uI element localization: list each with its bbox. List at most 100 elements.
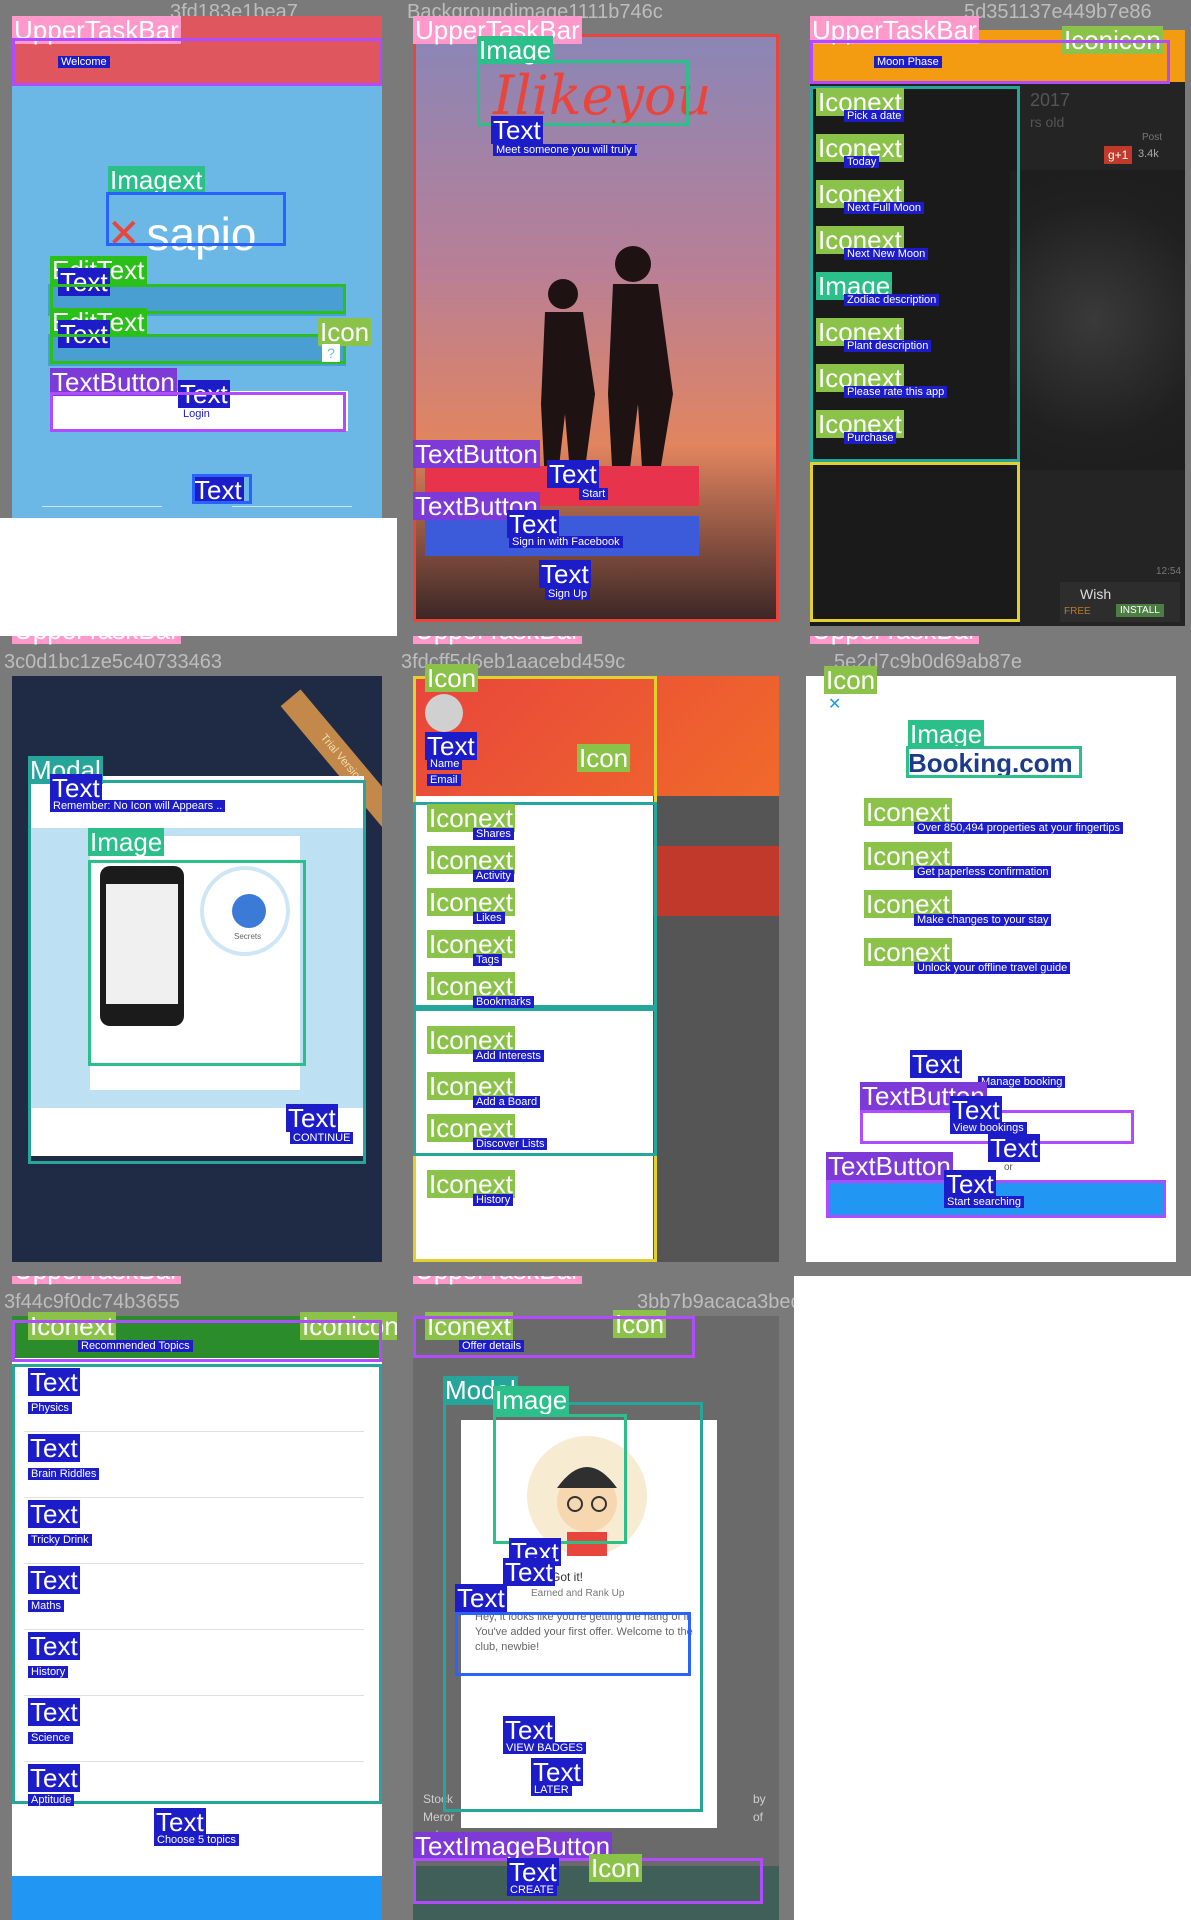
or-text: or <box>1004 1162 1013 1173</box>
panel-offer: 3bb7b9acaca3bec Stock Meror colors by of… <box>397 1276 794 1920</box>
upper-taskbar-label: UpperTaskBar <box>12 636 181 644</box>
panel-title: 3c0d1bc1ze5c40733463 <box>4 651 222 673</box>
welcome-text: Welcome <box>58 56 110 68</box>
drawer-item-2[interactable]: Iconext Next Full Moon <box>810 178 1020 224</box>
header-box <box>12 1320 382 1362</box>
logo-box <box>906 746 1082 778</box>
body-label: Text <box>455 1583 507 1613</box>
topic-3[interactable]: Text Maths <box>24 1564 364 1630</box>
manage-label: Text <box>910 1049 962 1079</box>
view-label: Text <box>950 1095 1002 1125</box>
drawer-item-2[interactable]: Iconext Likes <box>413 886 657 928</box>
free-text: FREE <box>1064 606 1091 617</box>
email-text: Email <box>427 774 461 786</box>
divider-left <box>42 506 162 507</box>
drawer-item-4[interactable]: Iconext Bookmarks <box>413 970 657 1012</box>
start-label: Text <box>944 1169 996 1199</box>
drawer-item-6[interactable]: Iconext Please rate this app <box>810 362 1020 408</box>
drawer-item-0[interactable]: Iconext Pick a date <box>810 86 1020 132</box>
install-button[interactable]: INSTALL <box>1116 604 1164 617</box>
feature-2: Iconext Make changes to your stay <box>864 888 1174 934</box>
close-icon[interactable]: ✕ <box>828 694 841 714</box>
view-label: Text <box>503 1715 555 1745</box>
g1-button[interactable]: g+1 <box>1104 146 1133 164</box>
upper-taskbar-label: UpperTaskBar <box>810 636 979 644</box>
drawer-item-0[interactable]: Iconext Shares <box>413 802 657 844</box>
lower-box <box>810 462 1020 622</box>
textbutton-label-2: TextButton <box>826 1151 953 1181</box>
bottom-bar <box>12 1876 382 1920</box>
or-box <box>192 474 252 504</box>
create-box[interactable] <box>413 1858 763 1904</box>
topic-2[interactable]: Text Tricky Drink <box>24 1498 364 1564</box>
view-badges-button[interactable]: VIEW BADGES <box>503 1742 587 1754</box>
drawer-item-6[interactable]: Iconext Add a Board <box>413 1070 657 1112</box>
later-button[interactable]: LATER <box>531 1784 572 1796</box>
create-text: CREATE <box>507 1884 557 1896</box>
topic-0[interactable]: Text Physics <box>24 1366 364 1432</box>
topic-6[interactable]: Text Aptitude <box>24 1762 364 1806</box>
drawer-item-5[interactable]: Iconext Add Interests <box>413 1024 657 1066</box>
sub-label: Text <box>503 1557 555 1587</box>
continue-label: Text <box>286 1103 338 1133</box>
panel-topics: 3f44c9f0dc74b3655 UpperTaskBar Iconext R… <box>0 1276 397 1920</box>
drawer-item-4[interactable]: Image Zodiac description <box>810 270 1020 316</box>
later-label: Text <box>531 1757 583 1787</box>
name-text: Name <box>427 758 463 770</box>
image-label: Image <box>908 719 985 749</box>
textimagebutton-label: TextImageButton <box>413 1831 613 1861</box>
feature-1: Iconext Get paperless confirmation <box>864 840 1174 886</box>
old-text: rs old <box>1030 114 1065 130</box>
facebook-label: Text <box>507 509 559 539</box>
edit-icon-label: Icon <box>589 1853 643 1883</box>
of-text: of <box>753 1810 764 1824</box>
drawer-item-8[interactable]: Iconext History <box>413 1168 657 1210</box>
tagline-label: Text <box>491 115 543 145</box>
wish-ad[interactable]: Wish FREE INSTALL <box>1060 582 1180 622</box>
help-icon-label: Icon <box>318 317 372 347</box>
time-text: 12:54 <box>1156 566 1182 577</box>
start-label: Text <box>547 459 599 489</box>
image-box <box>88 860 306 1066</box>
top-bar-box <box>810 40 1170 84</box>
drawer-item-1[interactable]: Iconext Today <box>810 132 1020 178</box>
panel-sapio-login: 3fd183e1bea7 ✕ sapio UpperTaskBar Welcom… <box>0 0 397 518</box>
count-text: 3.4k <box>1138 148 1159 160</box>
drawer-item-3[interactable]: Iconext Tags <box>413 928 657 970</box>
topic-4[interactable]: Text History <box>24 1630 364 1696</box>
avatar[interactable] <box>425 694 463 732</box>
remember-label: Text <box>50 773 102 803</box>
post-text: Post <box>1142 132 1163 143</box>
toolbar-box <box>413 1316 695 1358</box>
upper-taskbar-label: UpperTaskBar <box>413 636 582 644</box>
drawer-item-3[interactable]: Iconext Next New Moon <box>810 224 1020 270</box>
divider-right <box>232 506 352 507</box>
facebook-text: Sign in with Facebook <box>509 536 623 548</box>
tagline-text: Meet someone you will truly like <box>493 144 637 156</box>
topic-5[interactable]: Text Science <box>24 1696 364 1762</box>
feature-0: Iconext Over 850,494 properties at your f… <box>864 796 1174 842</box>
moon-image <box>1010 170 1185 470</box>
topic-1[interactable]: Text Brain Riddles <box>24 1432 364 1498</box>
upper-taskbar-label: UpperTaskBar <box>12 1276 181 1284</box>
signup-text: Sign Up <box>545 588 591 600</box>
signup-label: Text <box>539 559 591 589</box>
help-icon[interactable]: ? <box>322 344 340 362</box>
image-label: Imagext <box>108 165 205 195</box>
drawer-item-7[interactable]: Iconext Purchase <box>810 408 1020 454</box>
drawer-item-7[interactable]: Iconext Discover Lists <box>413 1112 657 1154</box>
avatar-label: Icon <box>425 663 479 693</box>
name-label: Text <box>425 731 477 761</box>
drawer-item-1[interactable]: Iconext Activity <box>413 844 657 886</box>
panel-moon-phase: 5d351137e449b7e86 2017 rs old g+1 Post 3… <box>794 0 1191 636</box>
image-label: Image <box>88 827 165 857</box>
remember-text: Remember: No Icon will Appears .. <box>50 800 226 812</box>
sapio-box <box>106 192 286 246</box>
wish-text: Wish <box>1080 586 1112 602</box>
continue-button[interactable]: CONTINUE <box>290 1132 354 1144</box>
drawer-item-5[interactable]: Iconext Plant description <box>810 316 1020 362</box>
start-text: Start searching <box>944 1196 1024 1208</box>
menu-icon-label: Icon <box>577 743 631 773</box>
image-box <box>493 1414 627 1544</box>
image-label: Image <box>493 1385 570 1415</box>
